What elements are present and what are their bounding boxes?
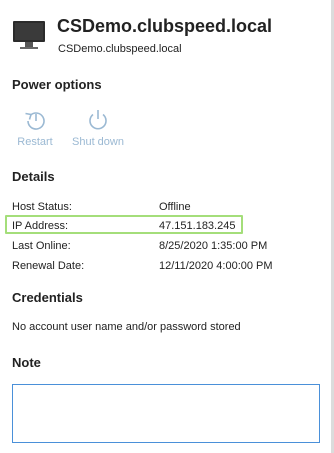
monitor-icon — [13, 21, 45, 49]
shut-down-button[interactable]: Shut down — [68, 108, 128, 154]
credentials-heading: Credentials — [12, 290, 83, 305]
detail-value: Offline — [159, 201, 191, 213]
note-textarea[interactable] — [12, 384, 320, 443]
details-heading: Details — [12, 169, 55, 184]
credentials-text: No account user name and/or password sto… — [12, 321, 241, 333]
host-subtitle: CSDemo.clubspeed.local — [58, 43, 182, 55]
restart-button[interactable]: Restart — [5, 108, 65, 154]
detail-value[interactable]: 47.151.183.245 — [159, 220, 235, 232]
shut-down-label: Shut down — [72, 136, 124, 148]
host-title: CSDemo.clubspeed.local — [57, 16, 273, 36]
host-header: CSDemo.clubspeed.local CSDemo.clubspeed.… — [12, 12, 327, 58]
detail-label: Renewal Date: — [12, 260, 85, 272]
restart-label: Restart — [17, 136, 53, 148]
detail-label: Last Online: — [12, 240, 71, 252]
detail-label: Host Status: — [12, 201, 72, 213]
detail-row-renewal-date: Renewal Date: 12/11/2020 4:00:00 PM — [12, 258, 312, 276]
host-details-panel: CSDemo.clubspeed.local CSDemo.clubspeed.… — [0, 0, 332, 453]
detail-value: 8/25/2020 1:35:00 PM — [159, 240, 268, 252]
detail-row-last-online: Last Online: 8/25/2020 1:35:00 PM — [12, 238, 312, 256]
power-options-heading: Power options — [12, 77, 102, 92]
detail-value: 12/11/2020 4:00:00 PM — [159, 260, 273, 272]
detail-row-ip-address: IP Address: 47.151.183.245 — [12, 218, 312, 236]
restart-icon — [25, 112, 45, 130]
note-heading: Note — [12, 355, 41, 370]
power-icon — [89, 110, 107, 130]
detail-label: IP Address: — [12, 220, 69, 232]
